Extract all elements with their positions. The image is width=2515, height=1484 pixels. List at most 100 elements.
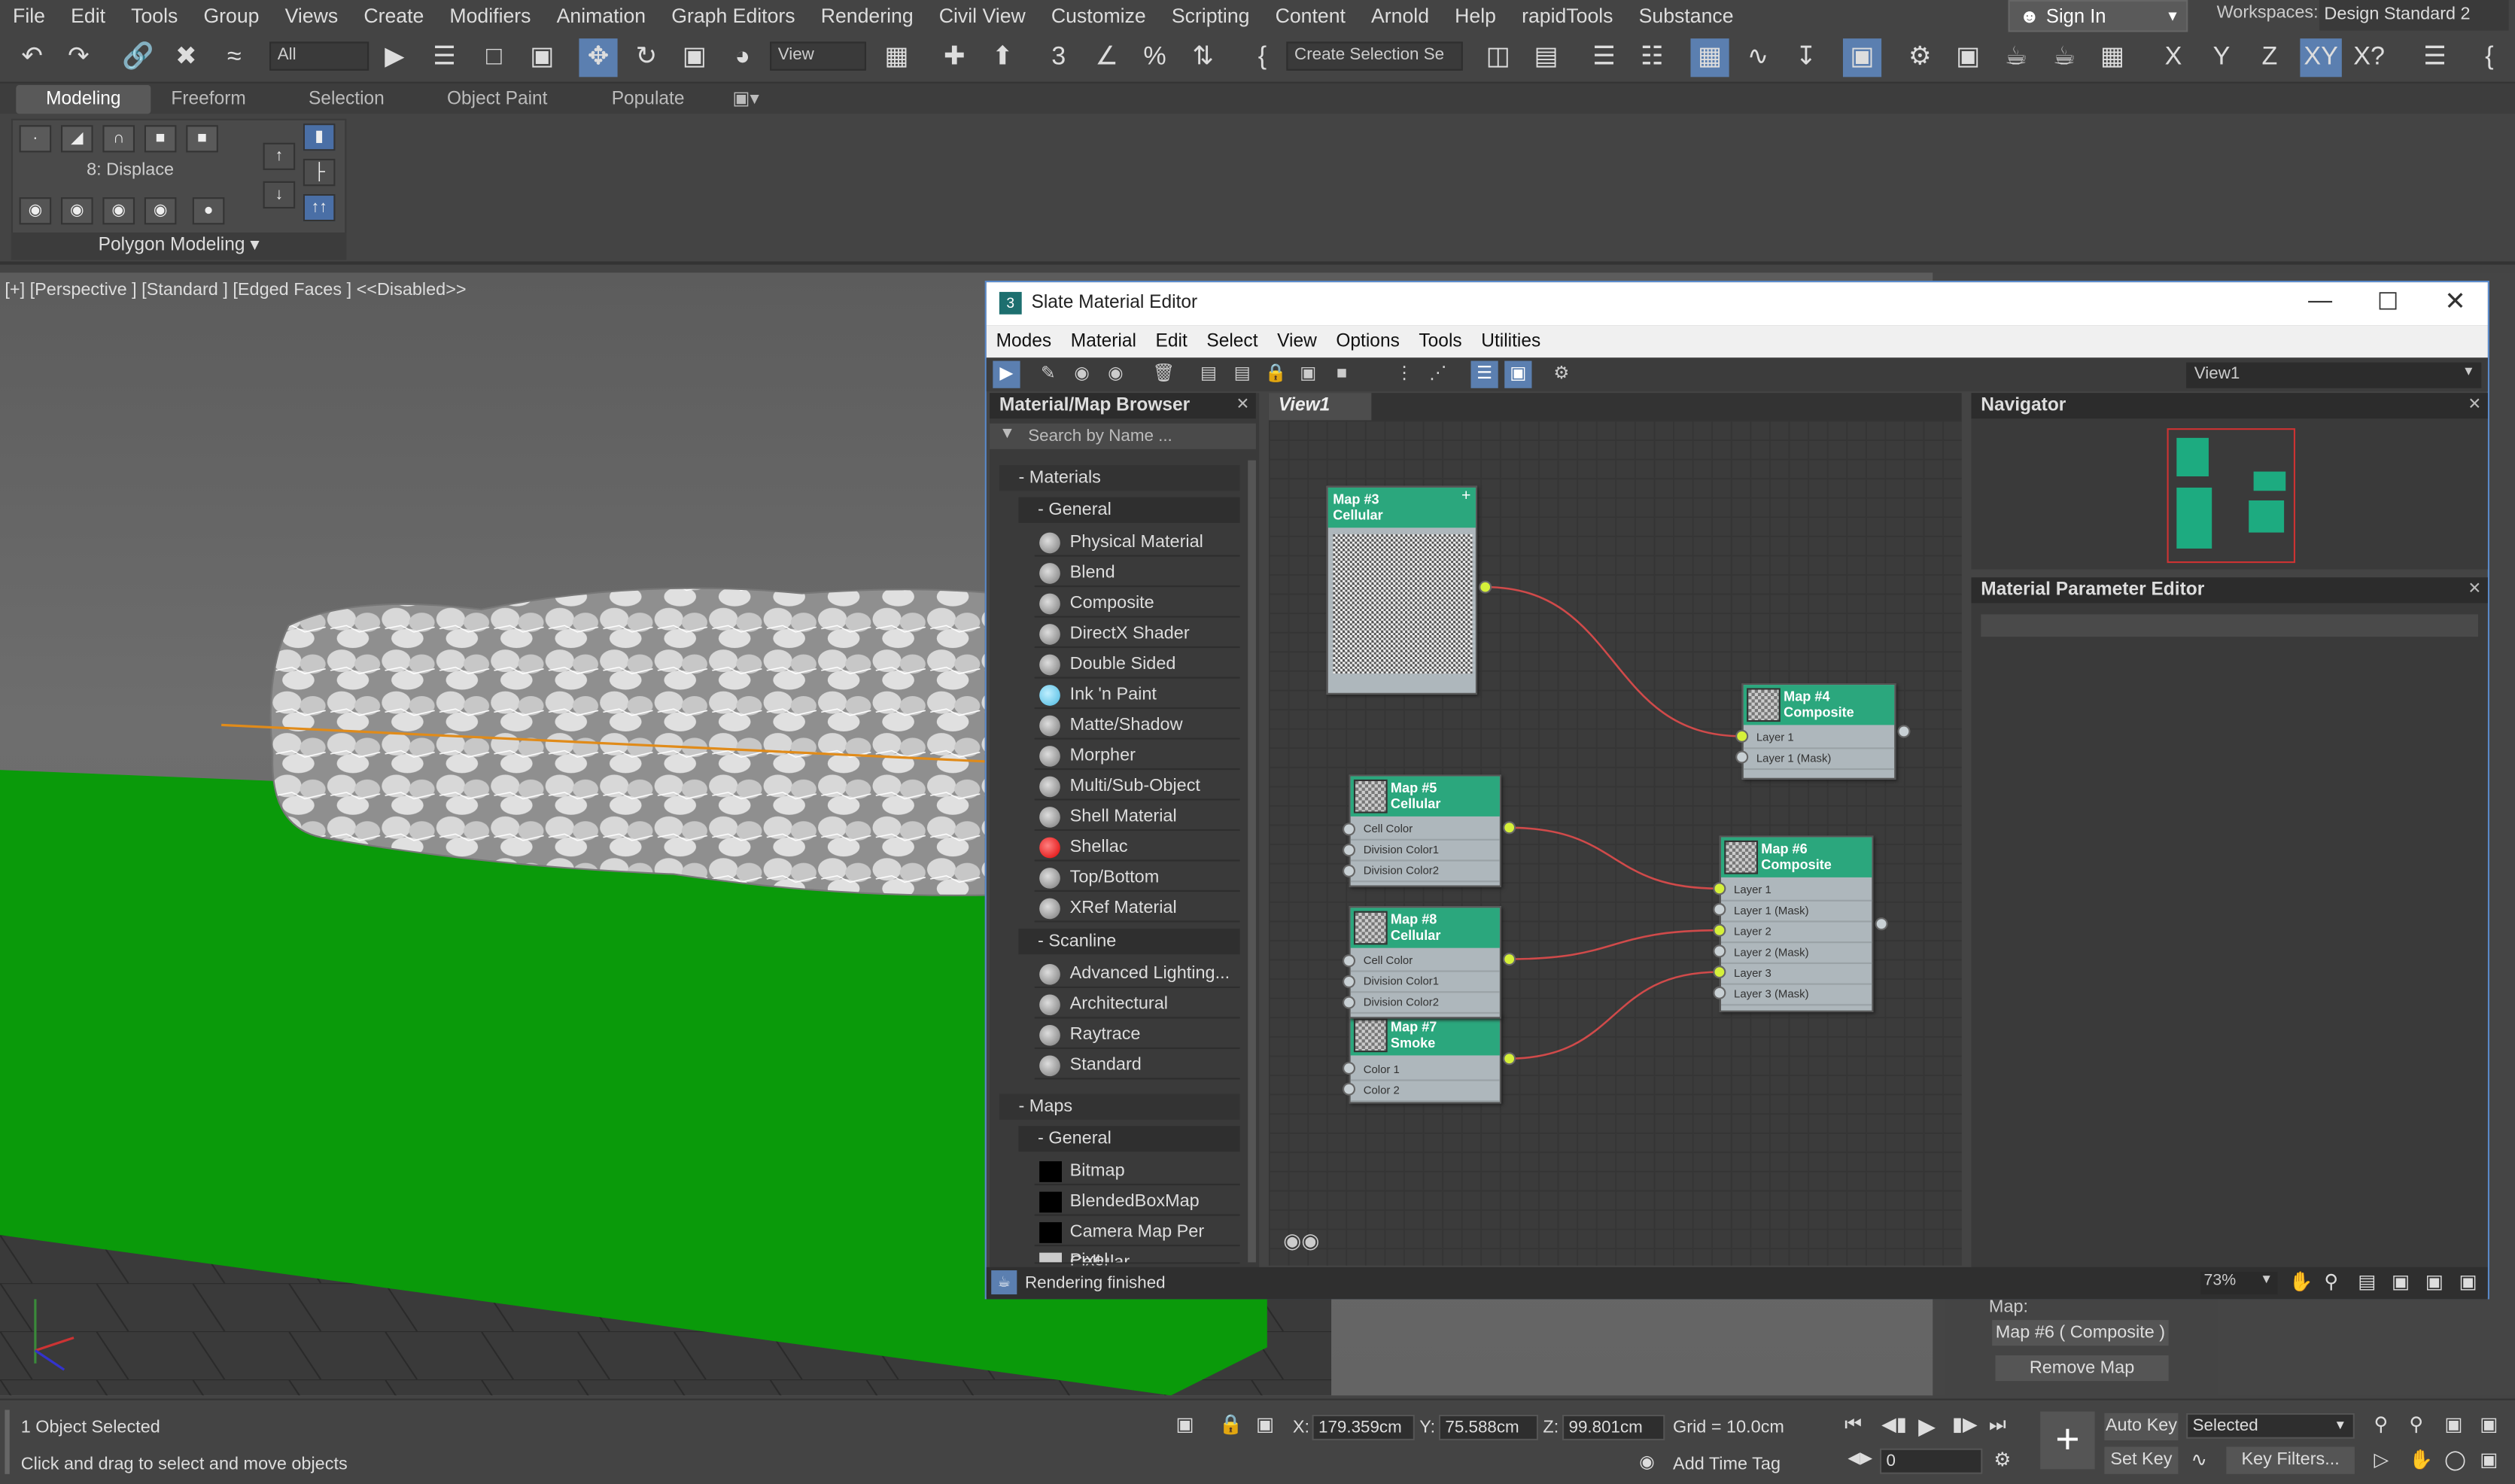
input-socket[interactable]	[1342, 844, 1356, 857]
menu-edit[interactable]: Edit	[1146, 332, 1197, 351]
navigator-viewport-frame[interactable]	[2167, 428, 2296, 564]
border-icon[interactable]: ∩	[102, 125, 135, 153]
unlink-icon[interactable]: ✖	[167, 38, 205, 77]
tab-freeform[interactable]: Freeform	[151, 85, 266, 114]
scene-explorer-icon[interactable]: ☰	[1585, 38, 1623, 77]
field-of-view-icon[interactable]: ▷	[2374, 1449, 2389, 1471]
minimize-icon[interactable]: —	[2308, 287, 2332, 315]
list-item[interactable]: BlendedBoxMap	[1034, 1187, 1240, 1216]
lock-icon[interactable]: 🔒	[1262, 361, 1289, 388]
add-time-tag-button[interactable]: Add Time Tag	[1673, 1455, 1781, 1474]
mirror-icon[interactable]: ◫	[1479, 38, 1517, 77]
orbit-icon[interactable]: ◯	[2444, 1449, 2466, 1471]
bind-space-warp-icon[interactable]: ≈	[215, 38, 254, 77]
param-name-field[interactable]	[1981, 614, 2479, 637]
use-selection-icon[interactable]: ◉	[60, 197, 93, 225]
list-item[interactable]: Advanced Lighting...	[1034, 959, 1240, 988]
input-socket[interactable]	[1342, 823, 1356, 836]
ribbon-toggle-icon[interactable]: ▦	[1690, 38, 1729, 78]
maximize-viewport-icon[interactable]: ▣	[2480, 1449, 2498, 1471]
delete-icon[interactable]: 🗑	[1150, 361, 1177, 388]
input-socket[interactable]	[1342, 954, 1356, 968]
select-by-name-icon[interactable]: ☰	[425, 38, 464, 77]
menu-arnold[interactable]: Arnold	[1358, 0, 1442, 32]
x-coordinate-field[interactable]: 179.359cm	[1312, 1414, 1415, 1440]
key-mode-icon[interactable]: ◀▶	[1847, 1450, 1872, 1467]
pivot-center-icon[interactable]: ▦	[877, 38, 916, 77]
input-socket[interactable]	[1713, 986, 1726, 999]
selection-lock-icon[interactable]: 🔒	[1219, 1413, 1243, 1436]
play-icon[interactable]: ▶	[1918, 1413, 1936, 1440]
percent-snap-icon[interactable]: %	[1136, 38, 1174, 77]
menu-modifiers[interactable]: Modifiers	[436, 0, 543, 32]
menu-utilities[interactable]: Utilities	[1471, 332, 1550, 351]
render-iterative-icon[interactable]: ☕	[2045, 38, 2084, 77]
auto-key-button[interactable]: Auto Key	[2104, 1413, 2179, 1440]
render-in-cloud-icon[interactable]: ▦	[2093, 38, 2131, 77]
zoom-extents-all-icon[interactable]: ▣	[2480, 1413, 2498, 1436]
zoom-all-icon[interactable]: ⚲	[2409, 1413, 2423, 1436]
node-map5[interactable]: Map #5 Cellular Cell Color Division Color…	[1349, 774, 1501, 887]
sign-in-button[interactable]: ☻ Sign In ▼	[2008, 0, 2188, 32]
collapse-stack-icon[interactable]: ◉	[144, 197, 177, 225]
zoom-extents-icon[interactable]: ▣	[2392, 1270, 2410, 1293]
menu-edit[interactable]: Edit	[58, 0, 118, 32]
pan-view-icon[interactable]: ✋	[2409, 1449, 2433, 1471]
move-children-icon[interactable]: ▤	[1195, 361, 1222, 388]
pan-to-selected-icon[interactable]: ▣	[2459, 1270, 2477, 1293]
go-to-start-icon[interactable]: ⏮	[1844, 1413, 1862, 1437]
spinner-snap-icon[interactable]: ⇅	[1184, 38, 1222, 77]
input-socket[interactable]	[1713, 944, 1726, 958]
key-filters-button[interactable]: Key Filters...	[2226, 1446, 2355, 1474]
menu-help[interactable]: Help	[1442, 0, 1509, 32]
command-panel-icon[interactable]: ☰	[2416, 38, 2454, 77]
tab-selection[interactable]: Selection	[289, 85, 404, 114]
menu-material[interactable]: Material	[1061, 332, 1146, 351]
select-by-material-icon[interactable]: ⚙	[1548, 361, 1575, 388]
vertex-icon[interactable]: ∙	[19, 125, 52, 153]
menu-civil-view[interactable]: Civil View	[926, 0, 1039, 32]
list-item[interactable]: Raytrace	[1034, 1020, 1240, 1049]
input-socket[interactable]	[1713, 902, 1726, 917]
preserve-uvs-icon[interactable]: ◉	[102, 197, 135, 225]
input-socket[interactable]	[1713, 923, 1726, 937]
node-map4[interactable]: Map #4 Composite Layer 1 Layer 1 (Mask)	[1741, 683, 1896, 780]
axis-xy-button[interactable]: XY	[2300, 38, 2342, 78]
axis-x-button[interactable]: X	[2154, 38, 2192, 77]
keyboard-shortcut-icon[interactable]: ⬆	[984, 38, 1022, 77]
category-materials[interactable]: - Materials	[999, 465, 1240, 491]
group-general[interactable]: - General	[1018, 497, 1240, 523]
polygon-modeling-dropdown[interactable]: Polygon Modeling ▾	[11, 233, 347, 260]
move-icon[interactable]: ✥	[579, 38, 618, 78]
isolate-selection-icon[interactable]: ▣	[1175, 1413, 1194, 1436]
background-in-preview-icon[interactable]	[1344, 361, 1371, 388]
group-maps-general[interactable]: - General	[1018, 1126, 1240, 1152]
axis-z-button[interactable]: Z	[2250, 38, 2288, 77]
modify-mode-icon[interactable]: ◉	[19, 197, 52, 225]
tab-object-paint[interactable]: Object Paint	[433, 85, 561, 114]
list-item[interactable]: Shell Material	[1034, 802, 1240, 832]
next-frame-icon[interactable]: ▮▶	[1952, 1413, 1978, 1436]
edge-icon[interactable]: ◢	[60, 125, 93, 153]
place-icon[interactable]: ◕	[723, 38, 762, 77]
remove-map-button[interactable]: Remove Map	[1995, 1355, 2169, 1382]
element-icon[interactable]: ■	[186, 125, 218, 153]
input-socket[interactable]	[1342, 1082, 1356, 1096]
next-modifier-icon[interactable]: ↓	[263, 181, 296, 209]
menu-content[interactable]: Content	[1263, 0, 1358, 32]
parameter-editor-icon[interactable]: ▣	[1504, 360, 1532, 388]
list-item[interactable]: Composite	[1034, 588, 1240, 618]
list-item[interactable]: Multi/Sub-Object	[1034, 771, 1240, 801]
list-item[interactable]: Matte/Shadow	[1034, 710, 1240, 740]
absolute-mode-icon[interactable]: ▣	[1256, 1413, 1274, 1436]
menu-animation[interactable]: Animation	[544, 0, 659, 32]
browser-search-input[interactable]: Search by Name ...	[990, 423, 1256, 449]
output-socket[interactable]	[1503, 1052, 1516, 1066]
close-panel-icon[interactable]: ✕	[1236, 393, 1249, 418]
input-socket[interactable]	[1713, 882, 1726, 896]
list-item[interactable]: Bitmap	[1034, 1157, 1240, 1186]
menu-create[interactable]: Create	[351, 0, 436, 32]
undo-icon[interactable]: ↶	[13, 38, 51, 77]
input-socket[interactable]	[1342, 996, 1356, 1009]
list-item[interactable]: Standard	[1034, 1051, 1240, 1080]
